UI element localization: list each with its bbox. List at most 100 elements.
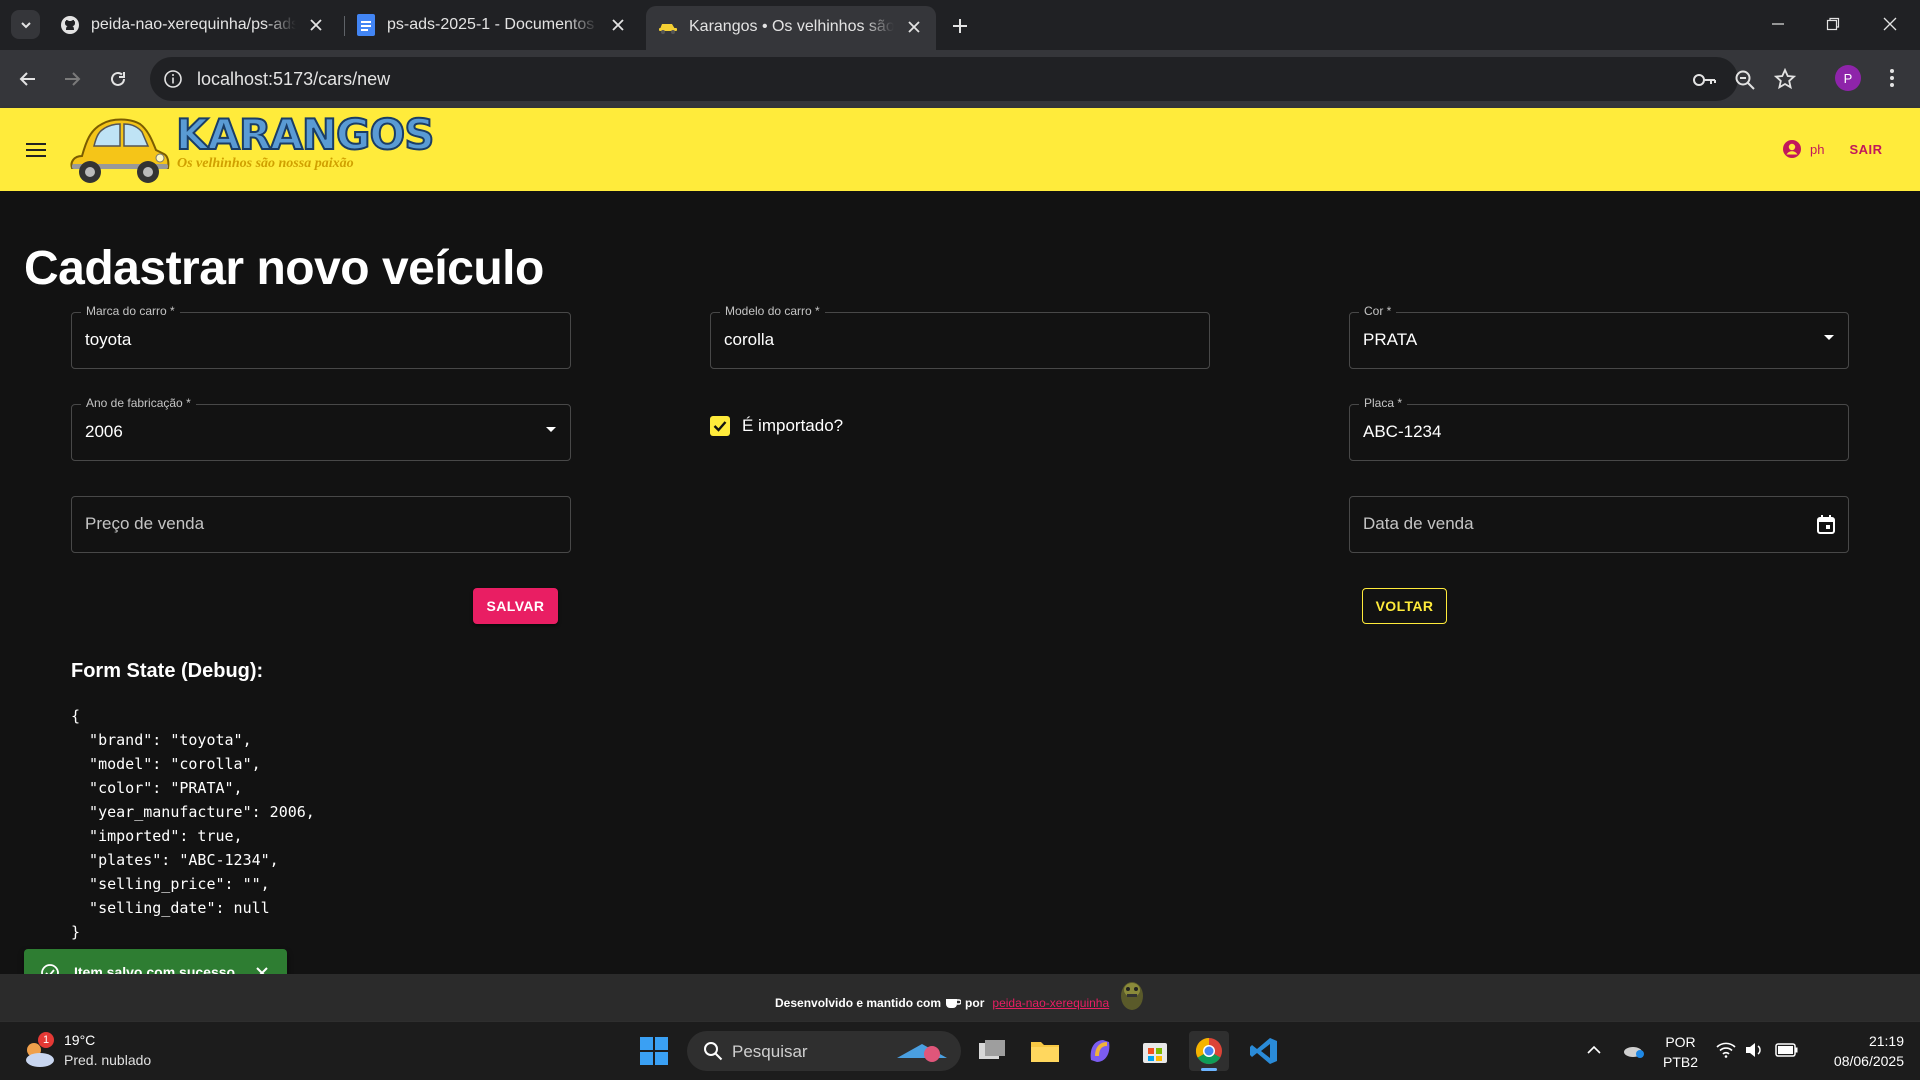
menu-icon bbox=[26, 143, 46, 157]
search-placeholder: Pesquisar bbox=[732, 1042, 808, 1061]
plates-field[interactable]: Placa * ABC-1234 bbox=[1349, 396, 1849, 461]
forward-button[interactable] bbox=[57, 64, 87, 94]
app-footer: Desenvolvido e mantido com por peida-nao… bbox=[0, 974, 1920, 1021]
debug-line: "selling_price": "", bbox=[71, 875, 270, 893]
site-info-icon[interactable] bbox=[162, 68, 184, 90]
dropdown-arrow-icon[interactable] bbox=[546, 427, 556, 432]
imported-label[interactable]: É importado? bbox=[742, 416, 843, 436]
calendar-icon[interactable] bbox=[1814, 513, 1838, 537]
taskbar-search[interactable]: Pesquisar bbox=[687, 1031, 961, 1071]
store-icon bbox=[1143, 1043, 1167, 1063]
hamburger-menu-button[interactable] bbox=[22, 136, 50, 164]
close-icon[interactable] bbox=[904, 17, 924, 37]
search-highlight-icon bbox=[897, 1044, 947, 1062]
language-indicator[interactable]: POR PTB2 bbox=[1663, 1032, 1698, 1072]
close-icon[interactable] bbox=[608, 15, 628, 35]
wifi-icon[interactable] bbox=[1716, 1042, 1736, 1058]
windows-icon bbox=[640, 1037, 668, 1065]
debug-line: "selling_date": null bbox=[71, 899, 270, 917]
file-explorer-button[interactable] bbox=[1025, 1031, 1065, 1071]
debug-line: { bbox=[71, 707, 81, 725]
system-clock[interactable]: 21:19 08/06/2025 bbox=[1812, 1031, 1904, 1071]
back-button[interactable] bbox=[13, 64, 43, 94]
clock-time: 21:19 bbox=[1868, 1033, 1904, 1049]
url-text[interactable]: localhost:5173/cars/new bbox=[197, 69, 390, 90]
new-tab-button[interactable] bbox=[946, 12, 974, 40]
year-label: Ano de fabricação * bbox=[81, 396, 196, 410]
volume-icon[interactable] bbox=[1744, 1042, 1764, 1058]
debug-line: "plates": "ABC-1234", bbox=[71, 851, 279, 869]
checkbox-checked-icon[interactable] bbox=[710, 416, 730, 436]
brand-field[interactable]: Marca do carro * toyota bbox=[71, 304, 571, 369]
battery-icon[interactable] bbox=[1775, 1042, 1799, 1058]
footer-by: por bbox=[965, 996, 985, 1010]
price-field[interactable]: Preço de venda bbox=[71, 496, 571, 553]
debug-json: { "brand": "toyota", "model": "corolla",… bbox=[71, 704, 315, 944]
plates-value[interactable]: ABC-1234 bbox=[1363, 422, 1441, 442]
chevron-up-icon[interactable] bbox=[1586, 1042, 1602, 1058]
mascot-icon bbox=[1121, 982, 1143, 1010]
bookmark-star-icon[interactable] bbox=[1773, 67, 1797, 91]
date-placeholder[interactable]: Data de venda bbox=[1363, 514, 1474, 534]
back-button[interactable]: VOLTAR bbox=[1362, 588, 1447, 624]
tab-karangos[interactable]: Karangos • Os velhinhos são nossa paixão bbox=[646, 6, 936, 50]
task-view-button[interactable] bbox=[972, 1031, 1012, 1071]
logo-title: KARANGOS bbox=[175, 109, 435, 160]
brand-value[interactable]: toyota bbox=[85, 330, 131, 350]
page-title: Cadastrar novo veículo bbox=[24, 242, 544, 295]
main-content: Cadastrar novo veículo Marca do carro * … bbox=[0, 191, 1920, 974]
onedrive-icon[interactable] bbox=[1622, 1040, 1646, 1060]
minimize-icon bbox=[1772, 23, 1784, 25]
user-info: ph bbox=[1782, 139, 1824, 159]
restore-icon bbox=[1826, 17, 1840, 31]
zoom-icon[interactable] bbox=[1733, 68, 1757, 92]
weather-badge: 1 bbox=[38, 1032, 54, 1048]
ms-store-button[interactable] bbox=[1135, 1031, 1175, 1071]
dropdown-arrow-icon[interactable] bbox=[1824, 335, 1834, 340]
chrome-button[interactable] bbox=[1189, 1031, 1229, 1071]
task-view-icon bbox=[979, 1040, 1005, 1059]
date-field[interactable]: Data de venda bbox=[1349, 496, 1849, 553]
active-indicator bbox=[1201, 1068, 1217, 1071]
tab-github[interactable]: peida-nao-xerequinha/ps-ads-2025-1 bbox=[48, 8, 338, 42]
vscode-button[interactable] bbox=[1244, 1031, 1284, 1071]
restore-button[interactable] bbox=[1813, 8, 1853, 40]
model-field[interactable]: Modelo do carro * corolla bbox=[710, 304, 1210, 369]
year-value[interactable]: 2006 bbox=[85, 422, 123, 442]
close-icon[interactable] bbox=[306, 15, 326, 35]
debug-line: "model": "corolla", bbox=[71, 755, 261, 773]
color-select[interactable]: Cor * PRATA bbox=[1349, 304, 1849, 369]
model-value[interactable]: corolla bbox=[724, 330, 774, 350]
plates-label: Placa * bbox=[1359, 396, 1408, 410]
minimize-button[interactable] bbox=[1758, 8, 1798, 40]
reload-button[interactable] bbox=[103, 64, 133, 94]
chrome-icon bbox=[1195, 1037, 1222, 1065]
key-icon[interactable] bbox=[1693, 68, 1717, 92]
color-value[interactable]: PRATA bbox=[1363, 330, 1417, 350]
browser-tabbar: peida-nao-xerequinha/ps-ads-2025-1 ps-ad… bbox=[0, 0, 1920, 50]
github-icon bbox=[60, 15, 80, 35]
author-link[interactable]: peida-nao-xerequinha bbox=[992, 996, 1109, 1010]
start-button[interactable] bbox=[634, 1031, 674, 1071]
year-select[interactable]: Ano de fabricação * 2006 bbox=[71, 396, 571, 461]
app-header: KARANGOS Os velhinhos são nossa paixão p… bbox=[0, 108, 1920, 191]
color-label: Cor * bbox=[1359, 304, 1397, 318]
tab-docs[interactable]: ps-ads-2025-1 - Documentos Google bbox=[344, 8, 640, 42]
close-window-button[interactable] bbox=[1870, 8, 1910, 40]
browser-menu-icon[interactable] bbox=[1882, 64, 1902, 92]
copilot-icon bbox=[1090, 1040, 1110, 1062]
address-bar[interactable]: localhost:5173/cars/new bbox=[150, 57, 1738, 101]
debug-line: "year_manufacture": 2006, bbox=[71, 803, 315, 821]
os-taskbar: 1 19°C Pred. nublado Pesquisar POR PTB2 … bbox=[0, 1021, 1920, 1080]
brand-label: Marca do carro * bbox=[81, 304, 180, 318]
chevron-down-icon bbox=[20, 21, 31, 28]
logout-button[interactable]: SAIR bbox=[1838, 138, 1894, 160]
footer-made-with: Desenvolvido e mantido com bbox=[775, 996, 942, 1010]
copilot-button[interactable] bbox=[1080, 1031, 1120, 1071]
profile-avatar[interactable]: P bbox=[1835, 65, 1861, 91]
save-button[interactable]: SALVAR bbox=[473, 588, 558, 624]
logo-subtitle: Os velhinhos são nossa paixão bbox=[177, 156, 354, 171]
tab-search-button[interactable] bbox=[11, 10, 40, 39]
imported-checkbox[interactable]: É importado? bbox=[710, 416, 843, 436]
price-placeholder[interactable]: Preço de venda bbox=[85, 514, 204, 534]
